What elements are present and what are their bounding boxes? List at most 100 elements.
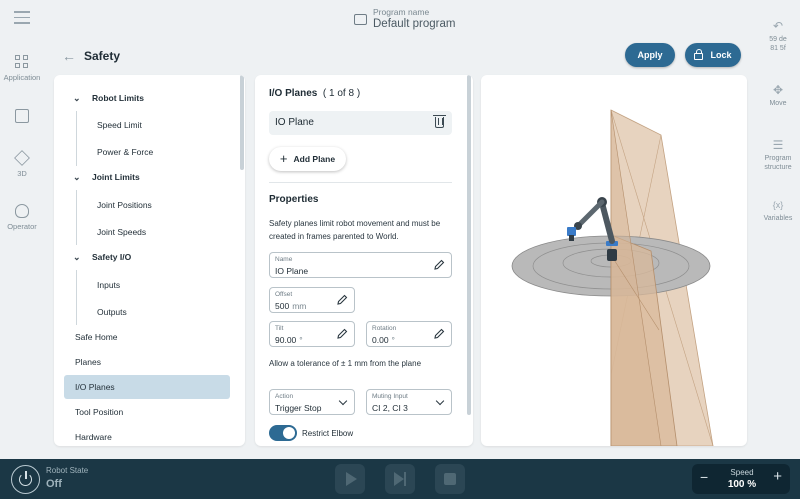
add-plane-label: Add Plane bbox=[293, 154, 336, 164]
variables-icon: {x} bbox=[772, 200, 784, 210]
3d-view-panel[interactable] bbox=[481, 75, 747, 446]
rail-item-application[interactable]: Application bbox=[0, 55, 44, 82]
rotation-field[interactable]: Rotation 0.00 ° bbox=[366, 321, 452, 347]
nav-item-planes[interactable]: Planes bbox=[54, 350, 234, 374]
rail-item-operator[interactable]: Operator bbox=[0, 204, 44, 231]
power-icon[interactable] bbox=[11, 465, 40, 494]
apply-button[interactable]: Apply bbox=[625, 43, 675, 67]
rail-item-3d[interactable]: 3D bbox=[0, 150, 44, 178]
undo-icon: ↶ bbox=[772, 19, 784, 33]
rail-item-undo[interactable]: ↶ 59 de 81 5f bbox=[756, 20, 800, 53]
nav-item-label: Tool Position bbox=[75, 407, 124, 417]
io-plane-list-item[interactable]: IO Plane bbox=[269, 111, 452, 135]
rail-item-move[interactable]: ✥ Move bbox=[756, 84, 800, 109]
program-sub-label: Program name bbox=[373, 7, 430, 17]
list-icon: ☰ bbox=[772, 138, 784, 152]
tilt-unit: ° bbox=[299, 335, 303, 345]
chevron-down-icon: ⌄ bbox=[73, 93, 81, 103]
restrict-elbow-toggle[interactable] bbox=[269, 425, 297, 441]
tolerance-text: Allow a tolerance of ± 1 mm from the pla… bbox=[269, 359, 422, 368]
nav-item-speed-limit[interactable]: Speed Limit bbox=[54, 113, 234, 137]
pencil-icon[interactable] bbox=[433, 328, 445, 340]
left-rail: Application 3D Operator bbox=[0, 38, 44, 459]
action-select[interactable]: Action Trigger Stop bbox=[269, 389, 355, 415]
3d-scene[interactable] bbox=[481, 75, 747, 446]
nav-group-robot-limits[interactable]: ⌄ Robot Limits bbox=[54, 86, 234, 110]
name-field-value: IO Plane bbox=[275, 266, 309, 276]
nav-item-safe-home[interactable]: Safe Home bbox=[54, 325, 234, 349]
nav-item-hardware[interactable]: Hardware bbox=[54, 425, 234, 446]
name-field-label: Name bbox=[275, 256, 293, 263]
rail-item-program-structure[interactable]: ☰ Program structure bbox=[756, 139, 800, 172]
offset-field-label: Offset bbox=[275, 291, 293, 298]
user-icon bbox=[15, 204, 29, 218]
nav-item-label: Power & Force bbox=[97, 147, 154, 157]
muting-input-select[interactable]: Muting Input CI 2, CI 3 bbox=[366, 389, 452, 415]
offset-field-value: 500 mm bbox=[275, 301, 306, 311]
tilt-field[interactable]: Tilt 90.00 ° bbox=[269, 321, 355, 347]
nav-item-joint-speeds[interactable]: Joint Speeds bbox=[54, 220, 234, 244]
chevron-down-icon: ⌄ bbox=[73, 252, 81, 262]
tilt-value: 90.00 bbox=[275, 335, 297, 345]
robot-state-value: Off bbox=[46, 478, 62, 490]
robot-state-label: Robot State bbox=[46, 466, 89, 475]
chevron-down-icon bbox=[338, 396, 348, 406]
form-scrollbar[interactable] bbox=[467, 75, 471, 415]
nav-item-outputs[interactable]: Outputs bbox=[54, 300, 234, 324]
right-rail: ↶ 59 de 81 5f ✥ Move ☰ Program structure… bbox=[756, 0, 800, 459]
io-plane-name: IO Plane bbox=[275, 117, 314, 128]
nav-item-label: I/O Planes bbox=[75, 382, 115, 392]
properties-description: Safety planes limit robot movement and m… bbox=[269, 219, 441, 241]
rotation-field-label: Rotation bbox=[372, 325, 397, 332]
step-forward-icon bbox=[394, 472, 406, 486]
step-button[interactable] bbox=[385, 464, 415, 494]
offset-field[interactable]: Offset 500 mm bbox=[269, 287, 355, 313]
plus-icon: + bbox=[279, 151, 288, 166]
nav-item-io-planes[interactable]: I/O Planes bbox=[64, 375, 230, 399]
nav-group-joint-limits[interactable]: ⌄ Joint Limits bbox=[54, 165, 234, 189]
program-selector[interactable]: Program name Default program bbox=[354, 6, 455, 32]
nav-item-label: Joint Positions bbox=[97, 200, 152, 210]
nav-scrollbar[interactable] bbox=[240, 75, 244, 170]
play-button[interactable] bbox=[335, 464, 365, 494]
nav-group-safety-io[interactable]: ⌄ Safety I/O bbox=[54, 245, 234, 269]
io-planes-form-panel: I/O Planes ( 1 of 8 ) IO Plane + Add Pla… bbox=[255, 75, 473, 446]
speed-label: Speed bbox=[730, 468, 754, 477]
pencil-icon[interactable] bbox=[336, 328, 348, 340]
tilt-field-value: 90.00 ° bbox=[275, 335, 303, 345]
back-arrow-icon[interactable]: ← bbox=[62, 48, 76, 64]
screen-icon bbox=[15, 109, 29, 123]
offset-unit: mm bbox=[292, 301, 307, 311]
form-title-count: ( 1 of 8 ) bbox=[322, 88, 361, 99]
chevron-down-icon: ⌄ bbox=[73, 172, 81, 182]
safety-nav-panel: ⌄ Robot Limits Speed Limit Power & Force… bbox=[54, 75, 245, 446]
minus-icon[interactable]: − bbox=[700, 469, 708, 485]
plus-icon[interactable]: + bbox=[773, 468, 782, 485]
add-plane-button[interactable]: + Add Plane bbox=[269, 147, 346, 171]
nav-item-label: Safe Home bbox=[75, 332, 118, 342]
nav-item-power-force[interactable]: Power & Force bbox=[54, 140, 234, 164]
name-field[interactable]: Name IO Plane bbox=[269, 252, 452, 278]
nav-item-tool-position[interactable]: Tool Position bbox=[54, 400, 234, 424]
speed-value: 100 % bbox=[727, 479, 757, 490]
speed-control: − Speed 100 % + bbox=[692, 464, 790, 494]
rail-item-variables[interactable]: {x} Variables bbox=[756, 199, 800, 224]
stop-button[interactable] bbox=[435, 464, 465, 494]
pencil-icon[interactable] bbox=[336, 294, 348, 306]
rail-item-screen[interactable] bbox=[0, 109, 44, 127]
nav-item-joint-positions[interactable]: Joint Positions bbox=[54, 193, 234, 217]
nav-group-label: Safety I/O bbox=[92, 252, 132, 262]
page-title: Safety bbox=[84, 49, 121, 63]
form-title-text: I/O Planes bbox=[269, 88, 318, 99]
nav-item-inputs[interactable]: Inputs bbox=[54, 273, 234, 297]
properties-title: Properties bbox=[269, 194, 319, 205]
divider bbox=[269, 182, 452, 183]
hamburger-menu-icon[interactable] bbox=[14, 11, 30, 25]
rotation-field-value: 0.00 ° bbox=[372, 335, 395, 345]
muting-input-label: Muting Input bbox=[372, 393, 408, 400]
trash-icon[interactable] bbox=[433, 115, 446, 128]
pencil-icon[interactable] bbox=[433, 259, 445, 271]
lock-button[interactable]: Lock bbox=[685, 43, 741, 67]
nav-item-label: Planes bbox=[75, 357, 101, 367]
rotation-value: 0.00 bbox=[372, 335, 389, 345]
